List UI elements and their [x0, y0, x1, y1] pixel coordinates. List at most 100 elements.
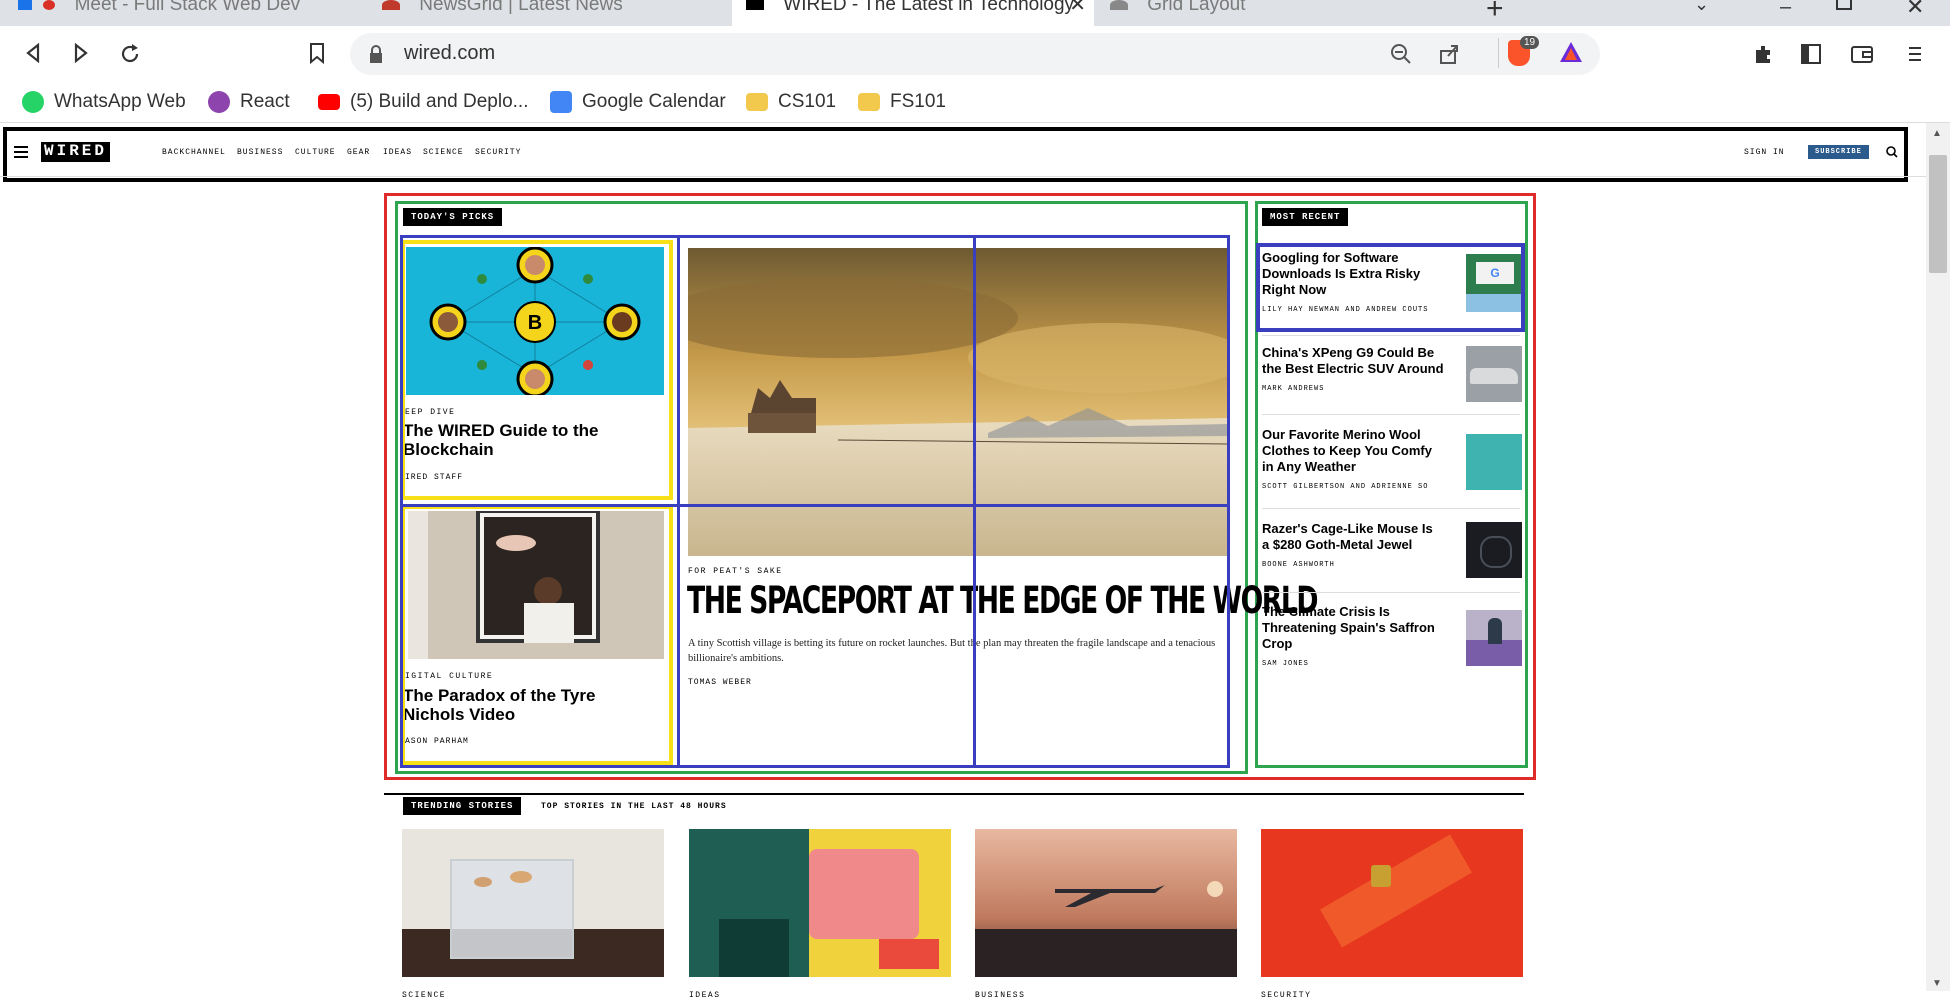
- trending-sublabel: TOP STORIES IN THE LAST 48 HOURS: [541, 802, 727, 811]
- calendar-icon: [550, 90, 572, 113]
- trending-label: TRENDING STORIES: [403, 797, 522, 815]
- trending-kicker[interactable]: BUSINESS: [975, 991, 1025, 1000]
- xpeng-thumbnail[interactable]: [1466, 346, 1522, 402]
- youtube-icon: [318, 93, 340, 110]
- bookmark-cs101[interactable]: CS101: [746, 88, 836, 116]
- trending-image-security[interactable]: [1261, 829, 1523, 977]
- search-icon[interactable]: [1886, 146, 1898, 158]
- close-window-icon[interactable]: ✕: [1906, 0, 1924, 20]
- bookmark-fs101[interactable]: FS101: [858, 88, 946, 116]
- most-recent-byline[interactable]: SAM JONES: [1262, 660, 1309, 668]
- grid-line: [400, 504, 1230, 507]
- tab-title: Grid Layout: [1147, 0, 1246, 15]
- folder-icon: [858, 92, 880, 111]
- tab-meet[interactable]: Meet - Full Stack Web Dev: [18, 0, 368, 26]
- bookmark-react[interactable]: React: [208, 88, 290, 116]
- logo-text: WIRED: [41, 142, 111, 162]
- new-tab-icon[interactable]: +: [1486, 0, 1504, 26]
- trending-kicker[interactable]: SCIENCE: [402, 991, 446, 1000]
- trending-image-ideas[interactable]: [689, 829, 951, 977]
- reload-icon[interactable]: [118, 42, 142, 66]
- nav-business[interactable]: BUSINESS: [237, 148, 283, 157]
- divider: [1498, 38, 1499, 68]
- bookmark-label: WhatsApp Web: [54, 91, 186, 112]
- whatsapp-icon: [22, 90, 44, 113]
- globe-icon: [382, 0, 400, 10]
- bookmark-icon[interactable]: [308, 42, 326, 64]
- tab-title: WIRED - The Latest in Technology: [783, 0, 1075, 15]
- tab-title: NewsGrid | Latest News: [419, 0, 623, 15]
- forward-icon[interactable]: [70, 42, 92, 64]
- tab-search-chevron-icon[interactable]: ⌄: [1694, 0, 1709, 15]
- brave-rewards-icon[interactable]: [1558, 40, 1584, 64]
- nav-gear[interactable]: GEAR: [347, 148, 370, 157]
- hamburger-menu-icon[interactable]: [14, 146, 28, 158]
- merino-thumbnail[interactable]: [1466, 434, 1522, 490]
- subscribe-button[interactable]: SUBSCRIBE: [1808, 145, 1869, 159]
- react-icon: [208, 90, 230, 113]
- bookmark-label: Google Calendar: [582, 91, 726, 112]
- nav-ideas[interactable]: IDEAS: [383, 148, 412, 157]
- wired-favicon-icon: [746, 0, 764, 10]
- url-text[interactable]: wired.com: [404, 42, 495, 65]
- scroll-down-icon[interactable]: ▼: [1932, 978, 1942, 989]
- nav-science[interactable]: SCIENCE: [423, 148, 464, 157]
- globe-icon: [1110, 0, 1128, 10]
- divider: [1262, 592, 1520, 593]
- grid-cell-outline: [400, 235, 1230, 768]
- most-recent-byline[interactable]: MARK ANDREWS: [1262, 385, 1324, 393]
- minimize-icon[interactable]: –: [1780, 0, 1791, 19]
- bookmark-google-calendar[interactable]: Google Calendar: [550, 88, 726, 116]
- share-icon[interactable]: [1438, 43, 1460, 65]
- bookmark-label: FS101: [890, 91, 946, 112]
- car-art: [1470, 368, 1518, 384]
- zoom-icon[interactable]: [1390, 43, 1412, 65]
- most-recent-byline[interactable]: SCOTT GILBERTSON AND ADRIENNE SO: [1262, 483, 1428, 491]
- airplane-art: [975, 829, 1237, 977]
- wallet-icon[interactable]: [1850, 43, 1874, 65]
- wallet-chain-art: [1320, 834, 1472, 948]
- mouse-art: [1480, 536, 1512, 568]
- tab-newsgrid[interactable]: NewsGrid | Latest News: [382, 0, 722, 26]
- most-recent-title[interactable]: Our Favorite Merino Wool Clothes to Keep…: [1262, 427, 1442, 475]
- bookmark-label: React: [240, 91, 290, 112]
- todays-picks-label: TODAY'S PICKS: [403, 208, 503, 226]
- bookmark-whatsapp[interactable]: WhatsApp Web: [22, 88, 186, 116]
- site-header-outline: [3, 127, 1908, 182]
- bookmark-label: (5) Build and Deplo...: [350, 91, 529, 112]
- trending-image-science[interactable]: [402, 829, 664, 977]
- tab-grid-layout[interactable]: Grid Layout: [1110, 0, 1460, 26]
- scroll-up-icon[interactable]: ▲: [1932, 128, 1942, 139]
- folder-icon: [746, 92, 768, 111]
- lock-icon[interactable]: [368, 44, 384, 64]
- tab-wired[interactable]: WIRED - The Latest in Technology ✕: [732, 0, 1094, 26]
- back-icon[interactable]: [22, 42, 44, 64]
- bookmark-youtube[interactable]: (5) Build and Deplo...: [318, 88, 529, 116]
- most-recent-title[interactable]: China's XPeng G9 Could Be the Best Elect…: [1262, 345, 1452, 377]
- wired-logo[interactable]: WIRED: [41, 142, 111, 162]
- nav-backchannel[interactable]: BACKCHANNEL: [162, 148, 226, 157]
- sign-in-link[interactable]: SIGN IN: [1744, 148, 1785, 157]
- nav-culture[interactable]: CULTURE: [295, 148, 336, 157]
- trending-kicker[interactable]: IDEAS: [689, 991, 721, 1000]
- sidebar-icon[interactable]: [1800, 43, 1822, 65]
- most-recent-title[interactable]: The Climate Crisis Is Threatening Spain'…: [1262, 604, 1442, 652]
- bookmarks-bar: [0, 82, 1950, 123]
- saffron-thumbnail[interactable]: [1466, 610, 1522, 666]
- recording-dot-icon: [43, 0, 56, 10]
- trending-image-business[interactable]: [975, 829, 1237, 977]
- restore-icon[interactable]: [1836, 0, 1852, 10]
- scrollbar-thumb[interactable]: [1929, 155, 1947, 273]
- razer-thumbnail[interactable]: [1466, 522, 1522, 578]
- most-recent-byline[interactable]: BOONE ASHWORTH: [1262, 561, 1335, 569]
- most-recent-title[interactable]: Razer's Cage-Like Mouse Is a $280 Goth-M…: [1262, 521, 1442, 553]
- most-recent-label: MOST RECENT: [1262, 208, 1349, 226]
- nav-security[interactable]: SECURITY: [475, 148, 521, 157]
- padlock-art: [1371, 865, 1391, 887]
- close-tab-icon[interactable]: ✕: [1069, 0, 1086, 15]
- face-art: [809, 849, 919, 939]
- menu-icon[interactable]: [1906, 43, 1924, 65]
- extensions-icon[interactable]: [1752, 42, 1774, 64]
- trending-kicker[interactable]: SECURITY: [1261, 991, 1311, 1000]
- address-bar[interactable]: [350, 33, 1600, 75]
